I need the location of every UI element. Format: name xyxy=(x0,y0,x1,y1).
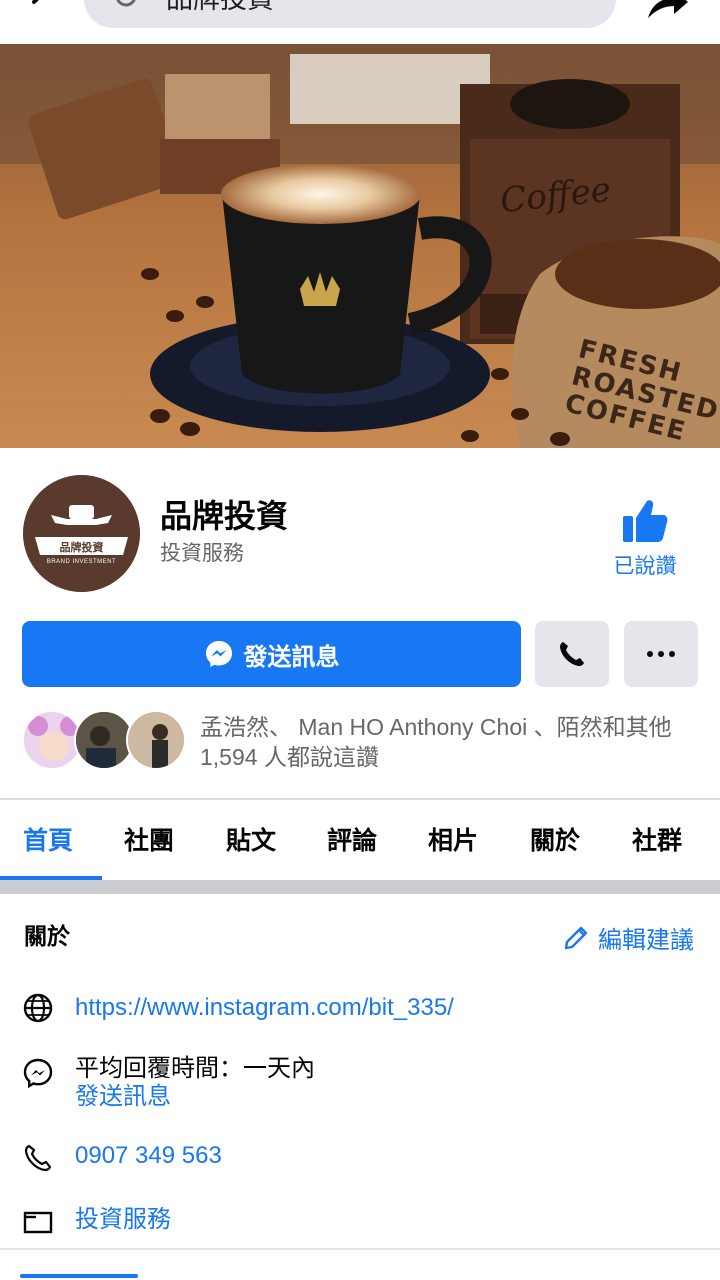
page-category: 投資服務 xyxy=(160,542,244,565)
liked-button[interactable]: 已說讚 xyxy=(600,498,690,588)
suggest-edits-button[interactable]: 編輯建議 xyxy=(562,920,694,955)
website-link[interactable]: https://www.instagram.com/bit_335/ xyxy=(75,993,454,1023)
suggest-edits-label: 編輯建議 xyxy=(598,927,694,954)
phone-number-link[interactable]: 0907 349 563 xyxy=(75,1141,222,1171)
send-message-label: 發送訊息 xyxy=(243,643,340,671)
section-separator xyxy=(0,880,720,894)
phone-icon xyxy=(560,642,584,666)
messenger-icon xyxy=(23,1058,53,1089)
logo-text: 品牌投資 xyxy=(59,542,104,554)
search-icon xyxy=(116,0,136,7)
tab-reviews[interactable]: 評論 xyxy=(327,826,377,856)
cover-photo[interactable]: Coffee FRESH ROASTED COFFEE xyxy=(0,44,720,448)
bottom-indicator xyxy=(20,1274,138,1278)
tab-home[interactable]: 首頁 xyxy=(23,826,73,856)
send-message-button[interactable]: 發送訊息 xyxy=(22,621,521,687)
globe-icon xyxy=(23,993,53,1023)
call-button[interactable] xyxy=(535,621,609,687)
page-title: 品牌投資 xyxy=(160,498,289,534)
page-tabs: 首頁 社團 貼文 評論 相片 關於 社群 xyxy=(0,800,720,880)
search-query: 品牌投資 xyxy=(166,0,274,14)
pencil-icon xyxy=(564,926,588,949)
avatar xyxy=(74,710,134,770)
response-time: 平均回覆時間：一天內 xyxy=(75,1055,315,1082)
tab-community[interactable]: 社群 xyxy=(632,826,682,856)
send-message-link[interactable]: 發送訊息 xyxy=(75,1082,171,1112)
about-heading: 關於 xyxy=(24,923,70,949)
avatar xyxy=(22,710,82,770)
share-icon[interactable] xyxy=(644,0,690,22)
category-link[interactable]: 投資服務 xyxy=(75,1205,171,1235)
messenger-icon xyxy=(205,641,232,667)
phone-icon xyxy=(24,1144,52,1172)
tab-photos[interactable]: 相片 xyxy=(428,826,478,856)
tab-groups[interactable]: 社團 xyxy=(124,826,174,856)
more-options-button[interactable] xyxy=(624,621,698,687)
thumbs-up-icon xyxy=(623,500,668,542)
likers-summary[interactable]: 孟浩然、 Man HO Anthony Choi 、陌然和其他 1,594 人都… xyxy=(200,712,700,772)
page-avatar[interactable]: 品牌投資 BRAND INVESTMENT xyxy=(23,475,140,592)
back-arrow-icon[interactable] xyxy=(22,0,62,22)
top-bar: 品牌投資 xyxy=(0,0,720,44)
brand-logo xyxy=(23,475,140,592)
liker-avatars[interactable] xyxy=(22,710,186,774)
category-icon xyxy=(23,1211,53,1234)
more-icon xyxy=(647,651,675,657)
search-input[interactable]: 品牌投資 xyxy=(84,0,616,28)
logo-subtext: BRAND INVESTMENT xyxy=(46,559,117,565)
tab-posts[interactable]: 貼文 xyxy=(226,826,276,856)
liked-label: 已說讚 xyxy=(613,555,677,578)
divider xyxy=(0,1248,720,1250)
avatar xyxy=(126,710,186,770)
tab-about[interactable]: 關於 xyxy=(530,826,580,856)
